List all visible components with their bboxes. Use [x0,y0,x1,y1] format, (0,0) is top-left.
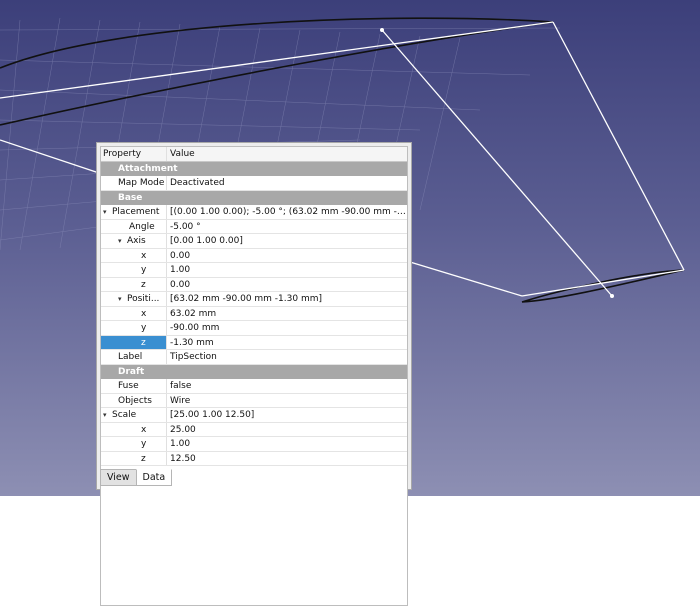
row-scale-y[interactable]: y 1.00 [101,437,407,452]
row-position-y[interactable]: y -90.00 mm [101,321,407,336]
header-value[interactable]: Value [167,147,407,161]
row-scale-z[interactable]: z 12.50 [101,451,407,466]
row-scale[interactable]: ▾ Scale [25.00 1.00 12.50] [101,408,407,423]
row-objects[interactable]: Objects Wire [101,393,407,408]
row-angle[interactable]: Angle -5.00 ° [101,219,407,234]
row-scale-x[interactable]: x 25.00 [101,422,407,437]
expand-arrow-icon[interactable]: ▾ [118,292,127,306]
row-axis-x[interactable]: x 0.00 [101,248,407,263]
expand-arrow-icon[interactable]: ▾ [118,234,127,248]
header-property[interactable]: Property [101,147,167,161]
tab-data[interactable]: Data [135,469,173,486]
row-position[interactable]: ▾ Positi... [63.02 mm -90.00 mm -1.30 mm] [101,292,407,307]
tab-view[interactable]: View [100,469,137,486]
property-table: Property Value Attachment Map Mode Deact… [100,146,408,606]
expand-arrow-icon[interactable]: ▾ [103,408,112,422]
property-panel: Property Value Attachment Map Mode Deact… [96,142,412,606]
root-airfoil [0,17,554,126]
table-header: Property Value [101,147,407,162]
row-position-z[interactable]: z -1.30 mm [101,335,407,350]
row-axis[interactable]: ▾ Axis [0.00 1.00 0.00] [101,234,407,249]
row-label[interactable]: Label TipSection [101,350,407,365]
group-base: Base [101,190,407,205]
group-draft: Draft [101,364,407,379]
row-axis-z[interactable]: z 0.00 [101,277,407,292]
row-fuse[interactable]: Fuse false [101,379,407,394]
row-position-x[interactable]: x 63.02 mm [101,306,407,321]
row-map-mode[interactable]: Map Mode Deactivated [101,176,407,191]
row-axis-y[interactable]: y 1.00 [101,263,407,278]
group-attachment: Attachment [101,161,407,176]
expand-arrow-icon[interactable]: ▾ [103,205,112,219]
panel-tabs: View Data [100,469,173,486]
row-placement[interactable]: ▾ Placement [(0.00 1.00 0.00); -5.00 °; (… [101,205,407,220]
